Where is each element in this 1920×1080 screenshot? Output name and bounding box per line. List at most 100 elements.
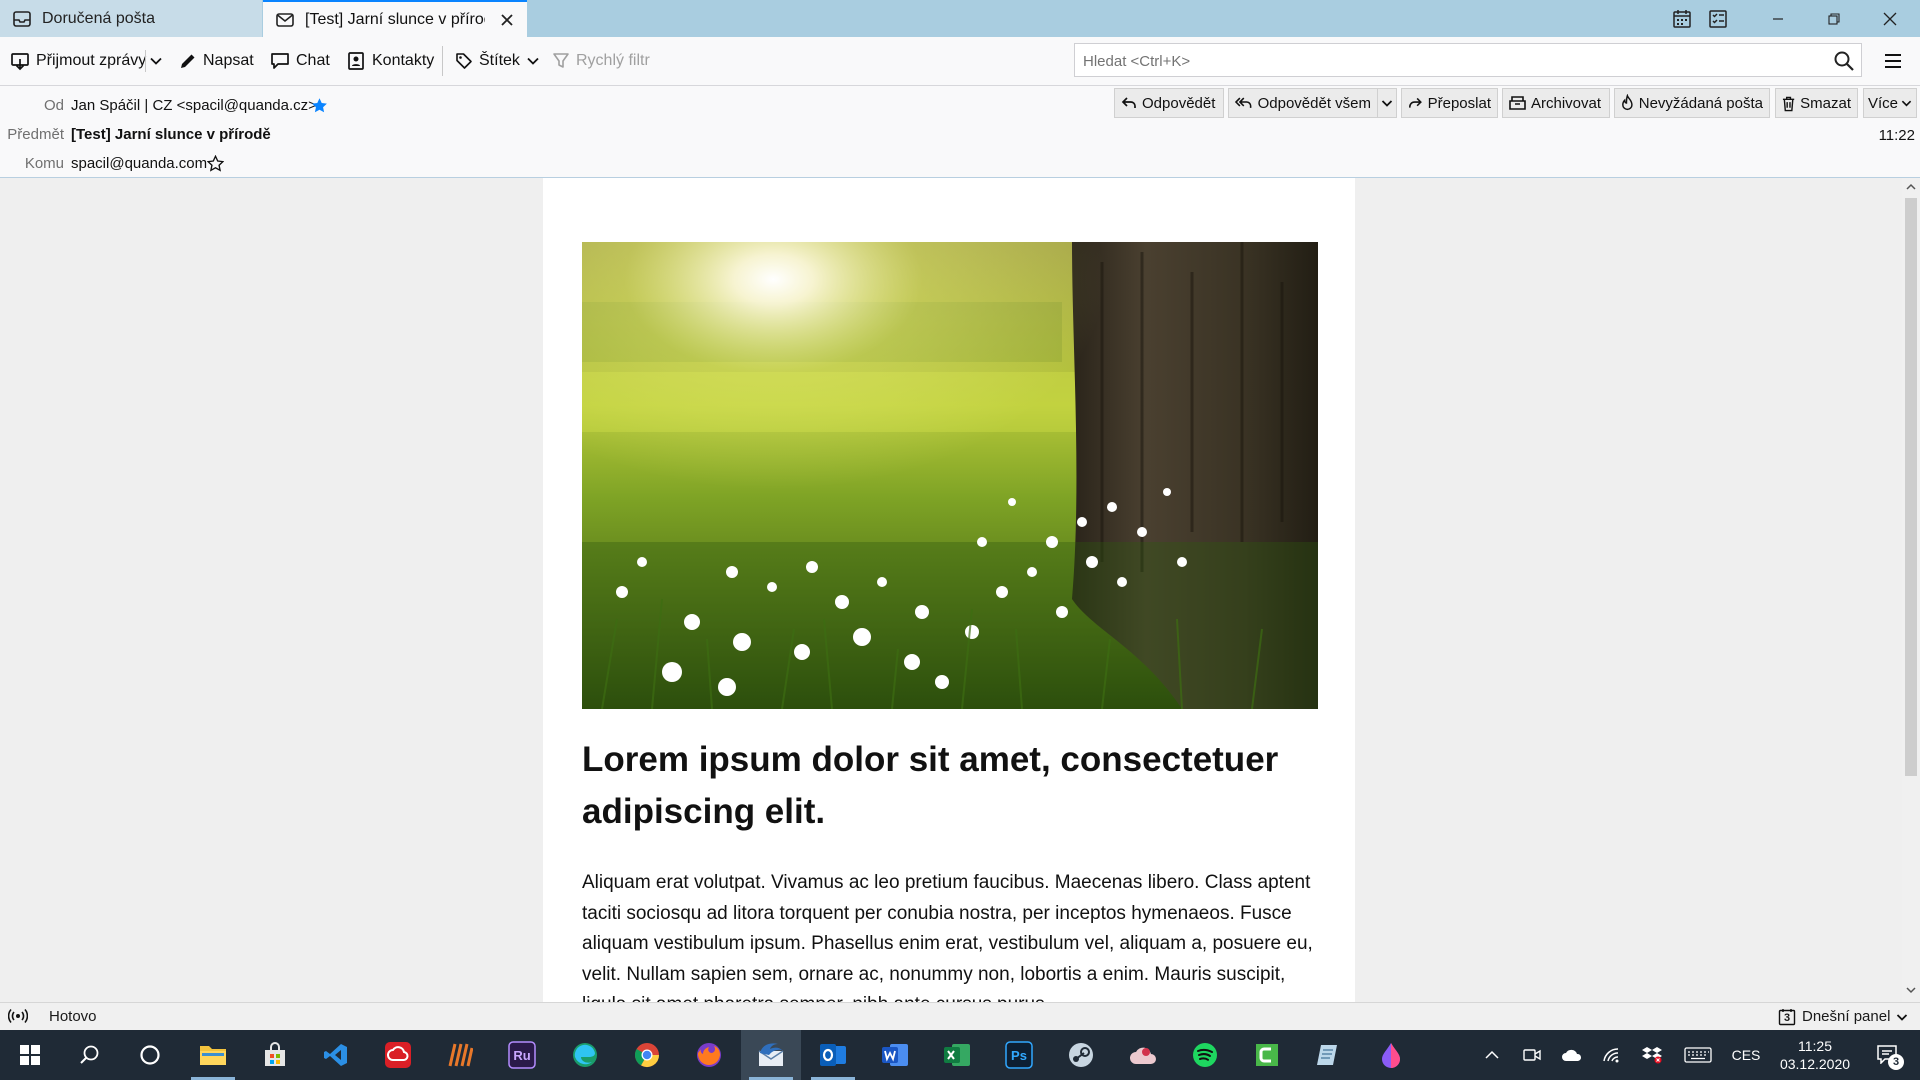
- from-value[interactable]: Jan Spáčil | CZ <spacil@quanda.cz>: [71, 97, 317, 114]
- taskbar-premiere-rush[interactable]: Ru: [492, 1030, 552, 1080]
- search-icon[interactable]: [1833, 50, 1855, 72]
- chat-icon: [271, 53, 289, 69]
- window-close-button[interactable]: [1862, 0, 1918, 37]
- chevron-down-icon: [150, 57, 162, 65]
- message-body-pane[interactable]: Lorem ipsum dolor sit amet, consectetuer…: [0, 178, 1902, 1002]
- star-filled-icon[interactable]: [311, 97, 328, 114]
- write-label: Napsat: [203, 52, 254, 69]
- email-page: Lorem ipsum dolor sit amet, consectetuer…: [543, 178, 1355, 1002]
- taskbar-vscode[interactable]: [306, 1030, 366, 1080]
- search-box[interactable]: [1074, 43, 1862, 78]
- taskbar-excel[interactable]: [927, 1030, 987, 1080]
- star-outline-icon[interactable]: [207, 155, 224, 172]
- taskbar-store[interactable]: [245, 1030, 305, 1080]
- archive-button[interactable]: Archivovat: [1502, 88, 1610, 118]
- today-pane-toggle[interactable]: 3 Dnešní panel: [1778, 1003, 1908, 1030]
- camera-icon: [1523, 1049, 1541, 1061]
- email-headline: Lorem ipsum dolor sit amet, consectetuer…: [582, 740, 1279, 831]
- cortana-button[interactable]: [120, 1030, 180, 1080]
- chat-label: Chat: [296, 52, 330, 69]
- subject-value: [Test] Jarní slunce v přírodě: [71, 126, 271, 143]
- outlook-icon: [820, 1044, 846, 1066]
- more-button[interactable]: Více: [1863, 88, 1917, 118]
- online-status-icon[interactable]: [8, 1008, 28, 1024]
- scroll-down-icon[interactable]: [1906, 986, 1916, 994]
- reply-all-dropdown[interactable]: [1377, 88, 1397, 118]
- taskbar-spotify[interactable]: [1175, 1030, 1235, 1080]
- taskbar-file-explorer[interactable]: [183, 1030, 243, 1080]
- edge-browser-icon: [573, 1043, 597, 1067]
- taskbar-chrome[interactable]: [617, 1030, 677, 1080]
- folder-icon: [200, 1046, 226, 1065]
- tab-message[interactable]: [Test] Jarní slunce v přírodě: [263, 0, 527, 37]
- calendar-icon[interactable]: [1672, 9, 1692, 29]
- taskbar-search-button[interactable]: [60, 1030, 120, 1080]
- junk-button[interactable]: Nevyžádaná pošta: [1614, 88, 1770, 118]
- pencil-icon: [181, 54, 195, 68]
- tray-dropbox[interactable]: [1638, 1030, 1666, 1080]
- taskbar-edge[interactable]: [555, 1030, 615, 1080]
- taskbar-steam[interactable]: [1051, 1030, 1111, 1080]
- tray-meet-now[interactable]: [1518, 1030, 1546, 1080]
- get-messages-button[interactable]: Přijmout zprávy: [10, 37, 146, 85]
- taskbar-photoshop[interactable]: Ps: [989, 1030, 1049, 1080]
- restore-button[interactable]: [1806, 0, 1862, 37]
- get-messages-dropdown[interactable]: [149, 37, 169, 85]
- svg-text:Ps: Ps: [1011, 1048, 1027, 1063]
- filter-icon: [553, 53, 569, 68]
- taskbar-app-blue[interactable]: [1299, 1030, 1359, 1080]
- to-value[interactable]: spacil@quanda.com: [71, 155, 207, 172]
- reply-label: Odpovědět: [1142, 94, 1216, 112]
- vertical-scrollbar[interactable]: [1902, 178, 1920, 1002]
- reply-all-button[interactable]: Odpovědět všem: [1228, 88, 1378, 118]
- taskbar-app-stripes[interactable]: [430, 1030, 490, 1080]
- reply-button[interactable]: Odpovědět: [1114, 88, 1224, 118]
- tray-clock[interactable]: 11:25 03.12.2020: [1770, 1030, 1860, 1080]
- camtasia-icon: [1256, 1044, 1278, 1066]
- close-icon[interactable]: [499, 12, 515, 28]
- taskbar-outlook[interactable]: [803, 1030, 863, 1080]
- action-center-button[interactable]: 3: [1866, 1030, 1910, 1080]
- steam-icon: [1069, 1043, 1093, 1067]
- minimize-button[interactable]: [1750, 0, 1806, 37]
- tab-inbox[interactable]: Doručená pošta: [0, 0, 262, 37]
- tray-network[interactable]: [1598, 1030, 1626, 1080]
- quick-filter-label: Rychlý filtr: [576, 52, 650, 69]
- quick-filter-button[interactable]: Rychlý filtr: [552, 37, 650, 85]
- taskbar-app-drop[interactable]: [1361, 1030, 1421, 1080]
- message-header: Od Jan Spáčil | CZ <spacil@quanda.cz> Př…: [0, 86, 1920, 178]
- tray-onedrive[interactable]: [1558, 1030, 1586, 1080]
- chat-button[interactable]: Chat: [270, 37, 330, 85]
- taskbar-firefox[interactable]: [679, 1030, 739, 1080]
- tray-language[interactable]: CES: [1728, 1030, 1764, 1080]
- restore-icon: [1828, 12, 1840, 25]
- divider: [145, 50, 146, 72]
- taskbar-creative-cloud[interactable]: [368, 1030, 428, 1080]
- clock-date: 03.12.2020: [1779, 1056, 1851, 1072]
- tag-button[interactable]: Štítek: [455, 37, 540, 85]
- chevron-down-icon: [1381, 100, 1393, 107]
- app-menu-button[interactable]: [1884, 37, 1908, 85]
- search-input[interactable]: [1081, 44, 1785, 78]
- photoshop-icon: Ps: [1005, 1041, 1033, 1069]
- tray-overflow-button[interactable]: [1478, 1030, 1506, 1080]
- search-icon: [80, 1045, 99, 1064]
- forward-button[interactable]: Přeposlat: [1401, 88, 1498, 118]
- taskbar-word[interactable]: [865, 1030, 925, 1080]
- archive-label: Archivovat: [1531, 94, 1602, 112]
- chrome-browser-icon: [634, 1043, 659, 1068]
- taskbar-thunderbird[interactable]: [741, 1030, 801, 1080]
- clock-time: 11:25: [1798, 1038, 1832, 1054]
- tray-keyboard[interactable]: [1680, 1030, 1716, 1080]
- tasks-icon[interactable]: [1708, 9, 1728, 29]
- scrollbar-thumb[interactable]: [1905, 198, 1917, 776]
- contacts-button[interactable]: Kontakty: [346, 37, 434, 85]
- write-button[interactable]: Napsat: [179, 37, 254, 85]
- delete-button[interactable]: Smazat: [1775, 88, 1858, 118]
- store-bag-icon: [265, 1042, 285, 1066]
- status-bar: Hotovo 3 Dnešní panel: [0, 1002, 1920, 1031]
- taskbar-app-cloud[interactable]: [1113, 1030, 1173, 1080]
- scroll-up-icon[interactable]: [1906, 183, 1916, 191]
- taskbar-camtasia[interactable]: [1237, 1030, 1297, 1080]
- start-button[interactable]: [0, 1030, 60, 1080]
